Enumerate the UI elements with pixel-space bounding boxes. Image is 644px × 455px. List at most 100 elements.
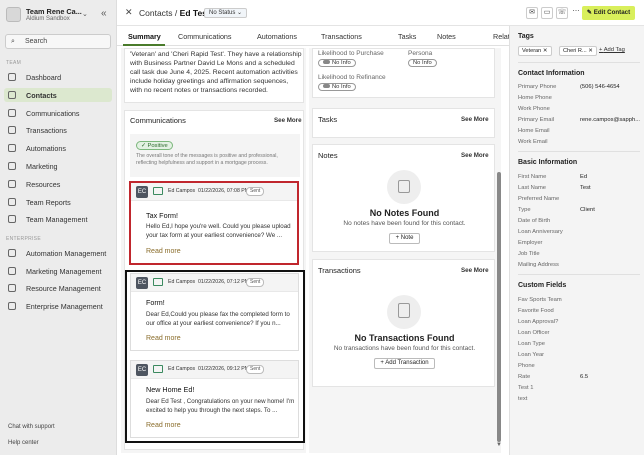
field-label: Loan Approval? [518, 319, 559, 325]
help-center-link[interactable]: Help center [8, 440, 39, 446]
tags-title: Tags [518, 33, 534, 40]
tab-transactions[interactable]: Transactions [321, 32, 362, 41]
last-name-value[interactable]: Test [580, 185, 591, 191]
email-item[interactable]: EC Ed Campos 01/22/2026, 07:08 PM Sent T… [129, 181, 299, 265]
nav-label: Marketing Management [26, 267, 102, 276]
contact-main: ✕ Contacts / Ed Test No Status ⌄ ✉ ▭ ☏ ⋯… [117, 0, 644, 455]
email-subject: Tax Form! [146, 211, 178, 220]
divider [518, 151, 640, 152]
field-label: text [518, 396, 528, 402]
close-icon[interactable]: ✕ [588, 48, 593, 54]
edit-contact-button[interactable]: ✎ Edit Contact [582, 6, 635, 20]
more-icon[interactable]: ⋯ [570, 7, 582, 19]
contact-info-title: Contact Information [518, 70, 585, 77]
scroll-down-icon[interactable]: ▼ [496, 442, 502, 448]
email-body: Dear Ed Test , Congratulations on your n… [146, 398, 295, 414]
field-label: Primary Phone [518, 84, 557, 90]
dashboard-icon [8, 73, 16, 81]
tag-label: Cheri R... [563, 48, 587, 54]
marketing-icon [8, 162, 16, 170]
team-switcher[interactable]: Team Rene Ca... Aldium Sandbox ⌄ « [6, 6, 114, 26]
primary-phone-value[interactable]: (506) 546-4654 [580, 84, 620, 90]
email-subject: Form! [146, 298, 165, 307]
nav-resources[interactable]: Resources [4, 177, 112, 191]
communications-see-more[interactable]: See More [274, 117, 302, 124]
active-tab-indicator [123, 44, 165, 46]
status-badge: Sent [246, 187, 265, 196]
nav-team-management[interactable]: Team Management [4, 212, 112, 226]
nav-resource-management[interactable]: Resource Management [4, 281, 112, 295]
read-more-link[interactable]: Read more [146, 248, 181, 255]
email-icon[interactable]: ✉ [526, 7, 538, 19]
breadcrumb-contacts[interactable]: Contacts [139, 8, 173, 18]
email-meta: Ed Campos 01/22/2026, 07:12 PM [168, 279, 249, 285]
email-subject: New Home Ed! [146, 385, 195, 394]
nav-dashboard[interactable]: Dashboard [4, 70, 112, 84]
field-label: Work Email [518, 139, 548, 145]
status-dropdown[interactable]: No Status ⌄ [204, 8, 248, 18]
email-sender: Ed Campos [168, 188, 196, 194]
tab-automations[interactable]: Automations [257, 32, 297, 41]
nav-transactions[interactable]: Transactions [4, 123, 112, 137]
likelihood-purchase-toggle[interactable]: No Info [318, 59, 356, 67]
transactions-empty-text: No transactions have been found for this… [333, 345, 476, 352]
field-label: Preferred Name [518, 196, 560, 202]
nav-team-reports[interactable]: Team Reports [4, 195, 112, 209]
likelihood-refinance-label: Likelihood to Refinance [318, 74, 386, 81]
nav-marketing-management[interactable]: Marketing Management [4, 264, 112, 278]
email-item[interactable]: EC Ed Campos 01/22/2026, 07:12 PM Sent F… [130, 273, 299, 351]
custom-fields-title: Custom Fields [518, 282, 567, 289]
nav-enterprise-management[interactable]: Enterprise Management [4, 299, 112, 313]
nav-label: Team Reports [26, 198, 71, 207]
message-icon[interactable]: ▭ [541, 7, 553, 19]
breadcrumb: Contacts / Ed Test [139, 8, 210, 18]
field-label: Loan Type [518, 341, 545, 347]
transactions-see-more[interactable]: See More [461, 267, 489, 274]
persona-value[interactable]: No Info [408, 59, 437, 67]
tab-summary[interactable]: Summary [128, 32, 161, 41]
tasks-see-more[interactable]: See More [461, 116, 489, 123]
tab-communications[interactable]: Communications [178, 32, 232, 41]
add-tag-link[interactable]: + Add Tag [599, 47, 625, 53]
email-item[interactable]: EC Ed Campos 01/22/2026, 09:12 PM Sent N… [130, 360, 299, 438]
first-name-value[interactable]: Ed [580, 174, 587, 180]
scrollbar[interactable] [497, 172, 501, 442]
phone-icon[interactable]: ☏ [556, 7, 568, 19]
middle-column: Likelihood to Purchase No Info Likelihoo… [309, 48, 501, 453]
email-date: 01/22/2026, 09:12 PM [198, 366, 250, 372]
nav-communications[interactable]: Communications [4, 106, 112, 120]
close-icon[interactable]: ✕ [125, 7, 133, 18]
email-body: Hello Ed,I hope you're well. Could you p… [146, 223, 291, 239]
tab-notes[interactable]: Notes [437, 32, 456, 41]
likelihood-refinance-toggle[interactable]: No Info [318, 83, 356, 91]
field-label: Fav Sports Team [518, 297, 562, 303]
status-label: No Status [209, 10, 236, 16]
add-transaction-button[interactable]: + Add Transaction [374, 358, 435, 369]
nav-marketing[interactable]: Marketing [4, 159, 112, 173]
read-more-link[interactable]: Read more [146, 422, 181, 429]
summary-card: 'Veteran' and 'Cheri Rapid Test'. They h… [124, 48, 304, 103]
read-more-link[interactable]: Read more [146, 335, 181, 342]
marketing-management-icon [8, 267, 16, 275]
sidebar: Team Rene Ca... Aldium Sandbox ⌄ « ⌕ Sea… [0, 0, 117, 455]
collapse-sidebar-icon[interactable]: « [101, 8, 107, 19]
avatar: EC [136, 364, 148, 376]
tab-tasks[interactable]: Tasks [398, 32, 416, 41]
email-meta: Ed Campos 01/22/2026, 07:08 PM [168, 188, 249, 194]
rate-value[interactable]: 6.5 [580, 374, 588, 380]
chat-support-link[interactable]: Chat with support [8, 424, 55, 430]
nav-automation-management[interactable]: Automation Management [4, 246, 112, 260]
search-icon: ⌕ [11, 38, 15, 45]
nav-label: Contacts [26, 91, 57, 100]
likelihood-purchase-value: No Info [332, 60, 351, 66]
sentiment-label: Positive [147, 143, 168, 149]
search-input[interactable]: ⌕ Search [5, 34, 111, 49]
team-subtitle: Aldium Sandbox [26, 16, 70, 22]
close-icon[interactable]: ✕ [543, 48, 548, 54]
nav-automations[interactable]: Automations [4, 141, 112, 155]
nav-contacts[interactable]: Contacts [4, 88, 112, 102]
primary-email-value[interactable]: rene.campos@sapph... [580, 117, 640, 123]
type-value[interactable]: Client [580, 207, 595, 213]
notes-see-more[interactable]: See More [461, 152, 489, 159]
add-note-button[interactable]: + Note [389, 233, 420, 244]
